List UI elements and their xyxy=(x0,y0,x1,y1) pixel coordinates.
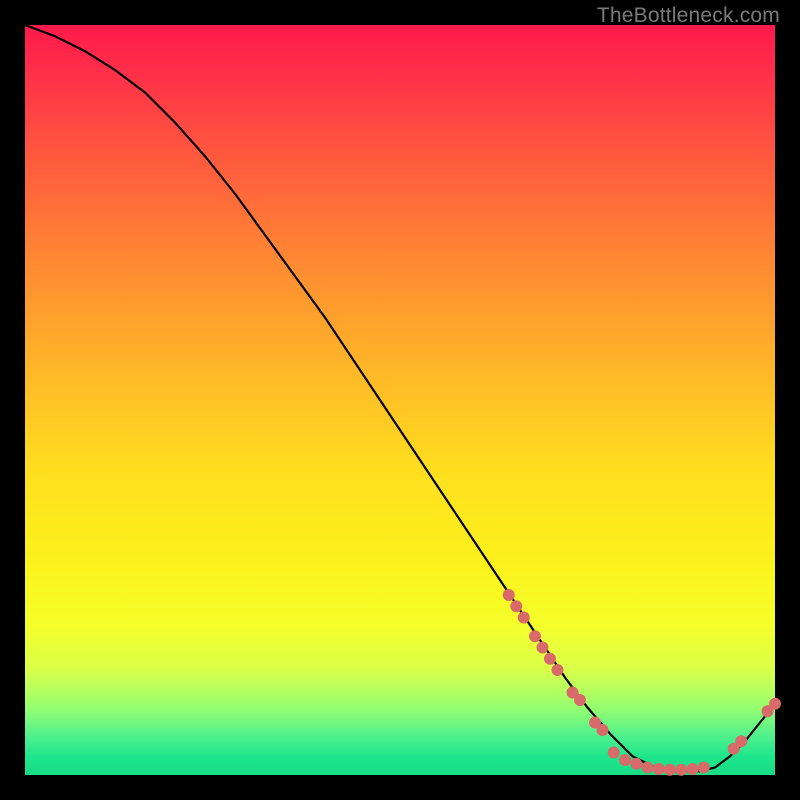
curve-marker xyxy=(510,600,522,612)
curve-marker xyxy=(518,612,530,624)
curve-marker xyxy=(675,764,687,776)
curve-marker xyxy=(608,747,620,759)
curve-marker xyxy=(630,758,642,770)
curve-marker xyxy=(687,763,699,775)
curve-markers xyxy=(503,589,781,776)
curve-marker xyxy=(597,724,609,736)
bottleneck-chart xyxy=(25,25,775,775)
curve-marker xyxy=(552,664,564,676)
curve-marker xyxy=(544,653,556,665)
chart-container: TheBottleneck.com xyxy=(0,0,800,800)
plot-area xyxy=(25,25,775,775)
curve-marker xyxy=(653,763,665,775)
curve-marker xyxy=(619,754,631,766)
curve-marker xyxy=(574,694,586,706)
bottleneck-curve-line xyxy=(25,25,775,771)
curve-marker xyxy=(503,589,515,601)
curve-marker xyxy=(735,735,747,747)
curve-marker xyxy=(664,764,676,776)
curve-marker xyxy=(642,762,654,774)
curve-marker xyxy=(769,698,781,710)
curve-marker xyxy=(529,630,541,642)
curve-marker xyxy=(698,762,710,774)
curve-marker xyxy=(537,642,549,654)
